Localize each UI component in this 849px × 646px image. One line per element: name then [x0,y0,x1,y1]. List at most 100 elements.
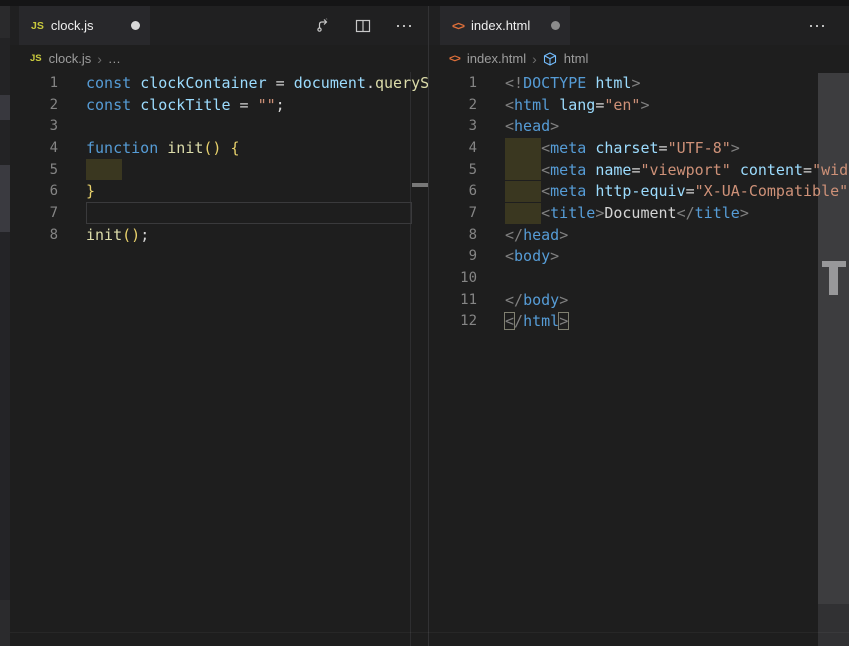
code-line[interactable]: 4 <meta charset="UTF-8"> [429,137,849,159]
sidebar-sliver [0,6,10,646]
code-line[interactable]: 11 </body> [429,289,849,311]
breadcrumb-file[interactable]: index.html [467,51,526,66]
tab-bar-right: <> index.html ⋯ [429,6,849,45]
code-line[interactable]: 6 <meta http-equiv="X-UA-Compatible" c [429,180,849,202]
line-number: 6 [429,183,477,199]
sliver-segment [0,95,10,120]
code-line[interactable]: 9 <body> [429,246,849,268]
code-text: const clockContainer = document.querySe [86,74,428,92]
modified-indicator[interactable] [131,21,140,30]
chevron-right-icon: › [532,51,537,67]
line-number: 3 [429,118,477,134]
code-text: </head> [505,226,568,244]
more-actions-icon[interactable]: ⋯ [808,17,827,35]
tab-label: clock.js [51,18,94,33]
overview-ruler-cursor-marker [412,183,428,187]
code-line[interactable]: 3 <head> [429,115,849,137]
scrollbar-marker [829,267,838,295]
line-number: 9 [429,248,477,264]
line-number: 5 [429,162,477,178]
sliver-segment [0,38,10,95]
modified-indicator[interactable] [551,21,560,30]
sliver-segment [0,232,10,600]
vscode-window: JS clock.js ⋯ JS clock.js › … 1const clo… [0,0,849,646]
code-line[interactable]: 1<!DOCTYPE html> [429,72,849,94]
code-line[interactable]: 4 function init() { [10,137,428,159]
code-line[interactable]: 1 const clockContainer = document.querySe [10,72,428,94]
code-text: </html> [505,312,568,330]
code-text: <title>Document</title> [505,204,749,222]
symbol-structure-icon [543,52,557,66]
code-editor-index-html[interactable]: 1<!DOCTYPE html> 2 <html lang="en"> 3 <head>… [429,72,849,332]
code-text: <html lang="en"> [505,96,650,114]
code-text: <meta charset="UTF-8"> [505,139,740,157]
tab-bar-left: JS clock.js ⋯ [10,6,428,45]
breadcrumb-file[interactable]: clock.js [49,51,92,66]
more-actions-icon[interactable]: ⋯ [395,17,414,35]
scrollbar-corner [818,604,849,646]
code-editor-clock-js[interactable]: 1 const clockContainer = document.querySe… [10,72,428,246]
js-file-icon: JS [31,20,44,32]
sliver-segment [0,120,10,165]
code-text: function init() { [86,139,240,157]
line-number: 4 [10,140,58,156]
line-number: 8 [10,227,58,243]
code-line[interactable]: 8 init(); [10,224,428,246]
code-line[interactable]: 8 </head> [429,224,849,246]
code-line[interactable]: 3 [10,115,428,137]
sliver-segment [0,6,10,38]
code-line[interactable]: 7 <title>Document</title> [429,202,849,224]
line-number: 10 [429,270,477,286]
code-text: <meta name="viewport" content="width [505,161,849,179]
line-number: 1 [10,75,58,91]
code-line[interactable]: 12 </html> [429,311,849,333]
line-number: 1 [429,75,477,91]
line-number: 4 [429,140,477,156]
current-line-border [86,202,412,224]
code-text: <head> [505,117,559,135]
line-number: 7 [10,205,58,221]
sliver-segment [0,600,10,646]
line-number: 6 [10,183,58,199]
find-match-highlight [86,159,122,180]
tab-index-html[interactable]: <> index.html [440,6,570,45]
line-number: 5 [10,162,58,178]
open-changes-icon[interactable] [315,18,331,34]
line-number: 7 [429,205,477,221]
sliver-segment [0,165,10,232]
breadcrumb-left: JS clock.js › … [10,45,428,72]
breadcrumb-symbol[interactable]: html [564,51,589,66]
tab-clock-js[interactable]: JS clock.js [19,6,150,45]
tab-label: index.html [471,18,530,33]
line-number: 11 [429,292,477,308]
overview-ruler-border [410,72,411,646]
split-editor-icon[interactable] [355,18,371,34]
code-text: <body> [505,247,559,265]
breadcrumb-symbol[interactable]: … [108,51,121,66]
code-text: <meta http-equiv="X-UA-Compatible" c [505,182,849,200]
html-file-icon: <> [452,19,464,33]
code-line[interactable]: 2 const clockTitle = ""; [10,94,428,116]
scrollbar[interactable] [818,73,849,646]
breadcrumb-right: <> index.html › html [429,45,849,72]
editor-group-right: <> index.html ⋯ <> index.html › html 1<!… [429,6,849,646]
line-number: 2 [10,97,58,113]
line-number: 8 [429,227,477,243]
horizontal-scrollbar-track [10,632,849,633]
editor-group-left: JS clock.js ⋯ JS clock.js › … 1 const clo… [10,6,428,646]
code-line[interactable]: 5 <meta name="viewport" content="width [429,159,849,181]
code-text: </body> [505,291,568,309]
code-line[interactable]: 5 [10,159,428,181]
code-line[interactable]: 10 [429,267,849,289]
html-file-icon: <> [449,53,460,65]
code-line[interactable]: 7 [10,202,428,224]
code-text: init(); [86,226,149,244]
code-text: const clockTitle = ""; [86,96,285,114]
code-line[interactable]: 2 <html lang="en"> [429,94,849,116]
code-text: } [86,182,95,200]
line-number: 12 [429,313,477,329]
code-line[interactable]: 6} [10,180,428,202]
chevron-right-icon: › [97,51,102,67]
line-number: 2 [429,97,477,113]
js-file-icon: JS [30,53,42,64]
